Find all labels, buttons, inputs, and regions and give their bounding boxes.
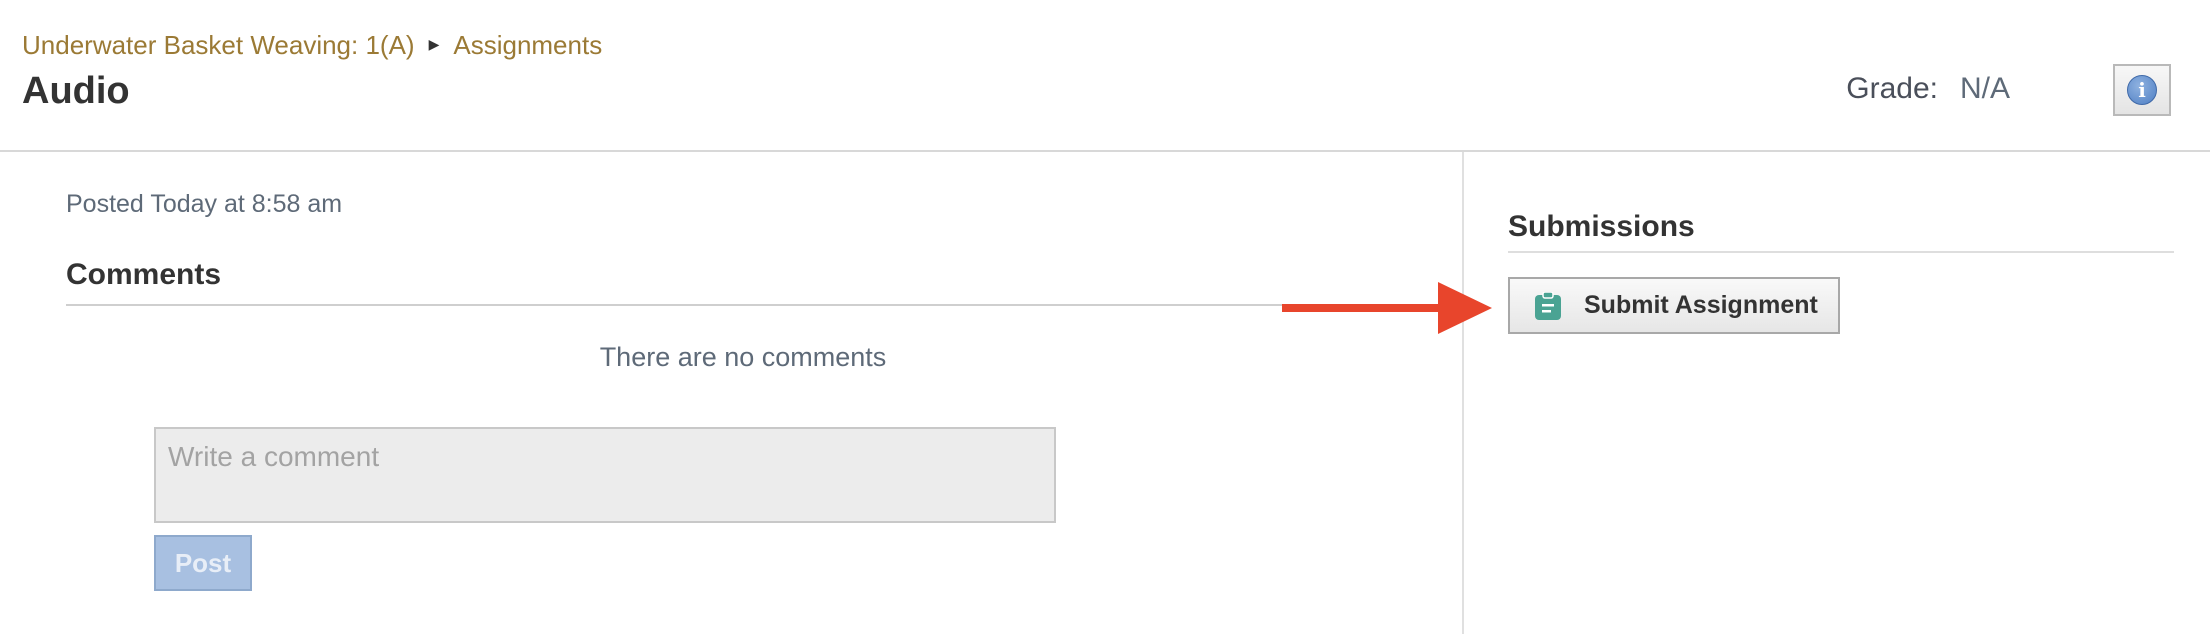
red-arrow-icon (1282, 282, 1492, 334)
grade-value: N/A (1959, 72, 2010, 105)
assignment-page: Underwater Basket Weaving: 1(A) ▶ Assign… (0, 0, 2210, 634)
column-divider (1462, 152, 1464, 634)
submit-assignment-button[interactable]: Submit Assignment (1508, 277, 1840, 334)
posted-timestamp: Posted Today at 8:58 am (66, 190, 343, 218)
info-icon: i (2127, 75, 2157, 105)
post-comment-button[interactable]: Post (154, 535, 252, 591)
comments-heading: Comments (66, 258, 222, 291)
triangle-right-icon: ▶ (428, 36, 440, 52)
grade-info-button[interactable]: i (2113, 64, 2171, 116)
grade-label: Grade: (1846, 72, 1938, 105)
comment-input[interactable] (154, 427, 1056, 523)
submissions-heading: Submissions (1508, 210, 1695, 243)
page-header: Underwater Basket Weaving: 1(A) ▶ Assign… (0, 0, 2210, 152)
breadcrumb-course-link[interactable]: Underwater Basket Weaving: 1(A) (22, 30, 415, 61)
submit-assignment-label: Submit Assignment (1584, 291, 1818, 319)
no-comments-message: There are no comments (599, 342, 887, 372)
breadcrumb: Underwater Basket Weaving: 1(A) ▶ Assign… (22, 30, 602, 61)
breadcrumb-assignments-link[interactable]: Assignments (453, 30, 602, 61)
submissions-divider (1508, 251, 2174, 253)
grade-display: Grade: N/A (1846, 72, 2010, 106)
page-title: Audio (22, 70, 130, 112)
comments-divider (66, 304, 1286, 306)
clipboard-icon (1535, 291, 1561, 320)
